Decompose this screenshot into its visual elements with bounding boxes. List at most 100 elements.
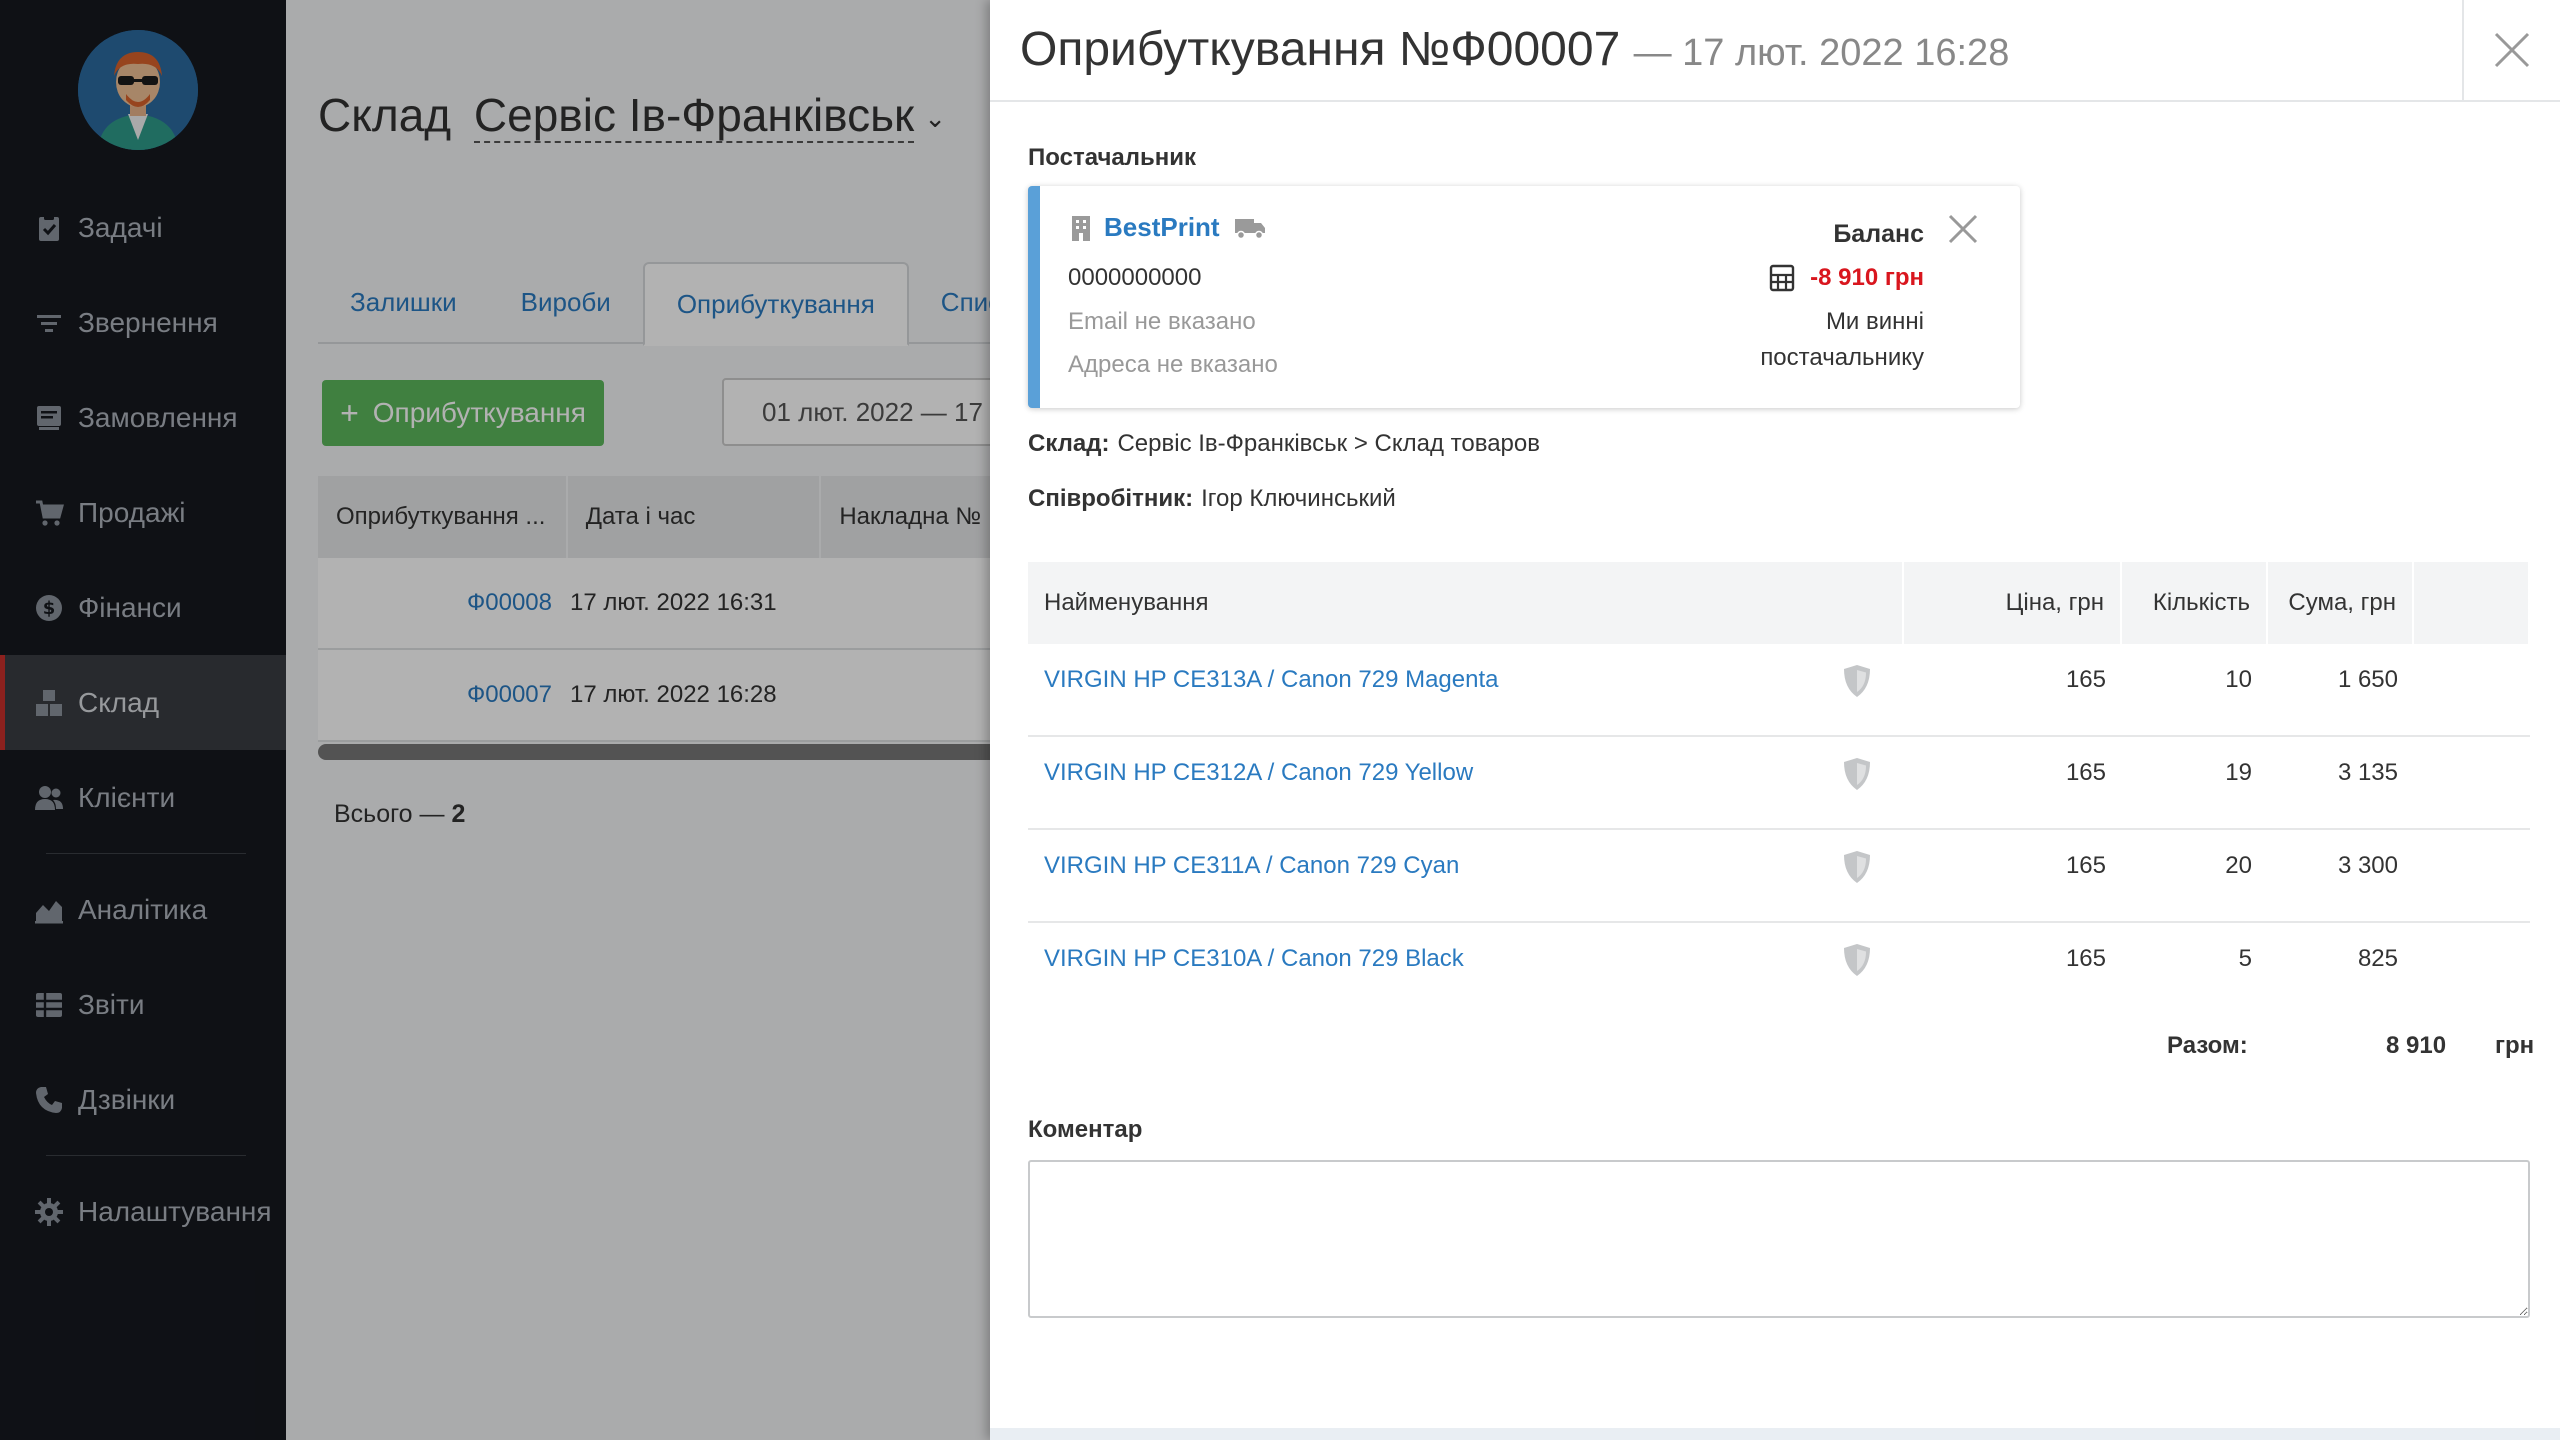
- receipts-table-header: Оприбуткування ... Дата і час Накладна №: [318, 476, 990, 558]
- table-row[interactable]: Ф00007 17 лют. 2022 16:28: [318, 650, 990, 742]
- store-selector[interactable]: Сервіс Ів-Франківськ: [473, 89, 915, 143]
- sidebar-item-label: Фінанси: [78, 591, 182, 623]
- supplier-email: Email не вказано: [1068, 308, 1256, 335]
- sidebar-item-label: Звіти: [78, 988, 145, 1020]
- receipt-link[interactable]: Ф00008: [318, 558, 568, 648]
- sidebar-item-users[interactable]: Клієнти: [0, 750, 286, 845]
- table-row[interactable]: Ф00008 17 лют. 2022 16:31: [318, 558, 990, 650]
- shield-icon[interactable]: [1842, 850, 1872, 884]
- sidebar-item-cart[interactable]: Продажі: [0, 465, 286, 560]
- column-price: Ціна, грн: [1904, 562, 2122, 644]
- dollar-icon: $: [32, 591, 66, 625]
- tab-receipts[interactable]: Оприбуткування: [642, 262, 909, 346]
- chart-icon: [32, 893, 66, 927]
- column-datetime[interactable]: Дата і час: [568, 476, 822, 558]
- sidebar-item-label: Клієнти: [78, 781, 176, 813]
- total-count: Всього — 2: [334, 800, 465, 829]
- column-receipt[interactable]: Оприбуткування ...: [318, 476, 568, 558]
- item-name-link[interactable]: VIRGIN HP CE312A / Canon 729 Yellow: [1044, 759, 1473, 786]
- item-name-cell: VIRGIN HP CE310A / Canon 729 Black: [1028, 923, 1904, 976]
- sidebar-item-gear[interactable]: Налаштування: [0, 1164, 286, 1259]
- svg-text:$: $: [43, 598, 56, 619]
- supplier-address: Адреса не вказано: [1068, 351, 1278, 378]
- sidebar-item-filter[interactable]: Звернення: [0, 275, 286, 370]
- truck-icon: [1234, 218, 1265, 239]
- sidebar-item-chart[interactable]: Аналітика: [0, 862, 286, 957]
- item-name-cell: VIRGIN HP CE313A / Canon 729 Magenta: [1028, 644, 1904, 697]
- sidebar-item-label: Налаштування: [78, 1195, 272, 1227]
- item-sum: 1 650: [2337, 666, 2398, 693]
- receipt-date: 17 лют. 2022 16:31: [570, 589, 777, 616]
- comment-textarea[interactable]: [1028, 1160, 2530, 1318]
- sidebar-item-boxes[interactable]: Склад: [0, 655, 286, 750]
- warehouse-label: Склад:: [1028, 430, 1110, 457]
- building-icon: [1072, 215, 1090, 241]
- page-title: Склад Сервіс Ів-Франківськ ⌄: [318, 88, 946, 143]
- horizontal-scrollbar[interactable]: [318, 744, 990, 760]
- item-name-cell: VIRGIN HP CE312A / Canon 729 Yellow: [1028, 737, 1904, 790]
- shield-icon[interactable]: [1842, 943, 1872, 977]
- sidebar-item-label: Звернення: [78, 306, 218, 338]
- receipt-link[interactable]: Ф00007: [318, 650, 568, 740]
- sidebar-item-table[interactable]: Звіти: [0, 957, 286, 1052]
- users-icon: [32, 781, 66, 815]
- tab-products[interactable]: Вироби: [489, 262, 643, 344]
- items-table-body: VIRGIN HP CE313A / Canon 729 Magenta 165 1…: [1028, 644, 2530, 1016]
- item-qty: 20: [2225, 852, 2252, 879]
- supplier-name-link[interactable]: BestPrint: [1104, 212, 1220, 243]
- warehouse-tabs: Залишки Вироби Оприбуткування Спис: [318, 262, 990, 346]
- order-icon: [32, 401, 66, 435]
- add-receipt-button[interactable]: + Оприбуткування: [322, 380, 604, 446]
- warehouse-value: Сервіс Ів-Франківськ > Склад товаров: [1117, 430, 1540, 457]
- clipboard-icon: [32, 211, 66, 245]
- modal-subtitle: — 17 лют. 2022 16:28: [1633, 32, 2010, 74]
- balance-value: -8 910 грн: [1810, 264, 1924, 291]
- phone-icon: [32, 1083, 66, 1117]
- shield-icon[interactable]: [1842, 664, 1872, 698]
- remove-supplier-icon[interactable]: [1946, 212, 1980, 246]
- item-sum: 825: [2357, 945, 2398, 972]
- chevron-down-icon[interactable]: ⌄: [924, 103, 946, 133]
- sidebar-item-order[interactable]: Замовлення: [0, 370, 286, 465]
- sidebar-item-phone[interactable]: Дзвінки: [0, 1052, 286, 1147]
- item-name-link[interactable]: VIRGIN HP CE310A / Canon 729 Black: [1044, 945, 1464, 972]
- item-sum: 3 135: [2337, 759, 2398, 786]
- item-price: 165: [2065, 945, 2106, 972]
- supplier-name-row: BestPrint: [1068, 212, 1276, 243]
- balance-note: Ми винні постачальнику: [1760, 308, 1924, 371]
- item-name-cell: VIRGIN HP CE311A / Canon 729 Cyan: [1028, 830, 1904, 883]
- nav-separator: [46, 853, 246, 854]
- shield-icon[interactable]: [1842, 757, 1872, 791]
- date-range-picker[interactable]: 01 лют. 2022 — 17: [722, 378, 990, 446]
- tab-balances[interactable]: Залишки: [318, 262, 489, 344]
- table-row: VIRGIN HP CE311A / Canon 729 Cyan 165 20 3 …: [1028, 830, 2530, 923]
- items-table: Найменування Ціна, грн Кількість Сума, г…: [1028, 562, 2530, 1016]
- sidebar-nav: Задачі Звернення Замовлення Продажі $ Фінанси…: [0, 180, 286, 1259]
- table-row: VIRGIN HP CE310A / Canon 729 Black 165 5 82…: [1028, 923, 2530, 1016]
- close-icon: [2494, 32, 2530, 68]
- table-row: VIRGIN HP CE312A / Canon 729 Yellow 165 19…: [1028, 737, 2530, 830]
- item-price: 165: [2065, 666, 2106, 693]
- close-modal-button[interactable]: [2462, 0, 2560, 100]
- sidebar-item-clipboard[interactable]: Задачі: [0, 180, 286, 275]
- cash-register-icon: [1769, 264, 1795, 292]
- tab-writeoffs[interactable]: Спис: [909, 262, 990, 344]
- warehouse-page: Склад Сервіс Ів-Франківськ ⌄ Залишки Виро…: [286, 0, 990, 1440]
- column-invoice[interactable]: Накладна №: [821, 476, 990, 558]
- nav-separator: [46, 1155, 246, 1156]
- boxes-icon: [32, 686, 66, 720]
- warehouse-info: Склад: Сервіс Ів-Франківськ > Склад товар…: [1028, 430, 1540, 458]
- cart-icon: [32, 496, 66, 530]
- add-receipt-label: Оприбуткування: [372, 397, 586, 428]
- receipt-modal: Оприбуткування №Ф00007 — 17 лют. 2022 16…: [990, 0, 2560, 1440]
- table-row: VIRGIN HP CE313A / Canon 729 Magenta 165 1…: [1028, 644, 2530, 737]
- total-label: Разом:: [2167, 1032, 2248, 1059]
- sidebar-item-label: Задачі: [78, 211, 163, 243]
- item-name-link[interactable]: VIRGIN HP CE313A / Canon 729 Magenta: [1044, 666, 1499, 693]
- item-name-link[interactable]: VIRGIN HP CE311A / Canon 729 Cyan: [1044, 852, 1459, 879]
- sidebar-item-label: Продажі: [78, 496, 186, 528]
- total-value: 8 910: [2386, 1032, 2447, 1059]
- sidebar-item-dollar[interactable]: $ Фінанси: [0, 560, 286, 655]
- avatar[interactable]: [78, 30, 198, 150]
- filter-icon: [32, 306, 66, 340]
